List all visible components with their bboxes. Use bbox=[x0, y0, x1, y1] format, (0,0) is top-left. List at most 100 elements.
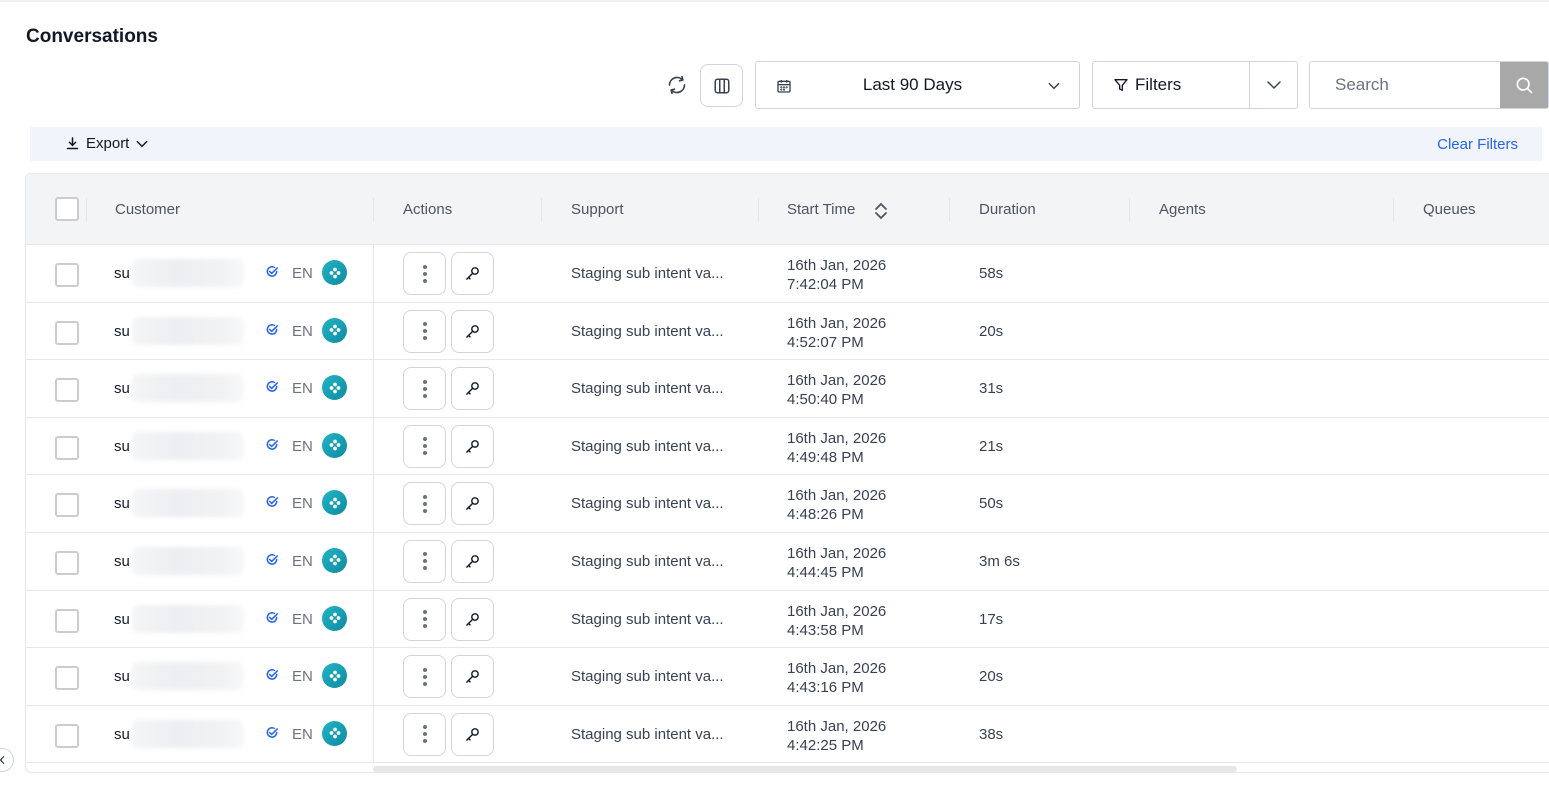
row-checkbox[interactable] bbox=[55, 378, 79, 403]
header-customer[interactable]: Customer bbox=[115, 201, 180, 218]
table-row[interactable]: su EN Staging sub intent va... 16th Jan,… bbox=[26, 245, 1549, 303]
key-action-button[interactable] bbox=[451, 482, 494, 526]
start-date: 16th Jan, 2026 bbox=[787, 372, 887, 390]
refresh-button[interactable] bbox=[662, 71, 692, 99]
table-row[interactable]: su EN Staging sub intent va... 16th Jan,… bbox=[26, 532, 1549, 591]
more-vertical-icon bbox=[422, 437, 427, 456]
redacted-customer-name bbox=[132, 604, 244, 633]
table-header: Customer Actions Support Start Time Dura… bbox=[26, 174, 1549, 245]
channel-bot-icon bbox=[322, 490, 347, 516]
columns-toggle-button[interactable] bbox=[700, 64, 743, 107]
column-divider bbox=[373, 532, 374, 590]
customer-name[interactable]: su bbox=[114, 380, 130, 397]
verified-icon bbox=[266, 726, 279, 738]
filters-dropdown-button[interactable] bbox=[1250, 62, 1297, 108]
more-actions-button[interactable] bbox=[403, 424, 446, 468]
verified-icon bbox=[266, 669, 279, 680]
support-intent: Staging sub intent va... bbox=[571, 265, 724, 282]
more-actions-button[interactable] bbox=[403, 252, 446, 295]
table-row[interactable]: su EN Staging sub intent va... 16th Jan,… bbox=[26, 417, 1549, 476]
customer-name[interactable]: su bbox=[114, 323, 130, 340]
customer-name[interactable]: su bbox=[114, 611, 130, 628]
table-row[interactable]: su EN Staging sub intent va... 16th Jan,… bbox=[26, 648, 1549, 706]
date-range-select[interactable]: Last 90 Days bbox=[755, 61, 1080, 109]
more-vertical-icon bbox=[422, 322, 427, 341]
customer-name[interactable]: su bbox=[114, 668, 130, 685]
sort-icon[interactable] bbox=[874, 202, 888, 220]
customer-name[interactable]: su bbox=[114, 553, 130, 570]
language-code: EN bbox=[292, 552, 313, 570]
table-row[interactable]: su EN Staging sub intent va... 16th Jan,… bbox=[26, 590, 1549, 649]
header-agents[interactable]: Agents bbox=[1159, 201, 1206, 218]
key-action-button[interactable] bbox=[451, 309, 494, 353]
language-code: EN bbox=[292, 610, 313, 628]
row-checkbox[interactable] bbox=[55, 320, 79, 345]
row-checkbox[interactable] bbox=[55, 723, 79, 748]
search-button[interactable] bbox=[1500, 62, 1548, 108]
start-time: 16th Jan, 2026 4:52:07 PM bbox=[787, 314, 886, 352]
start-clock: 4:43:16 PM bbox=[787, 679, 864, 697]
header-divider bbox=[949, 198, 950, 222]
support-intent: Staging sub intent va... bbox=[571, 495, 724, 513]
key-action-button[interactable] bbox=[451, 424, 494, 468]
row-checkbox[interactable] bbox=[55, 666, 79, 691]
header-support[interactable]: Support bbox=[571, 201, 624, 218]
language-code: EN bbox=[292, 265, 313, 282]
row-checkbox[interactable] bbox=[55, 550, 79, 575]
chevron-down-icon bbox=[136, 140, 148, 147]
support-intent: Staging sub intent va... bbox=[571, 725, 724, 743]
start-time: 16th Jan, 2026 4:43:16 PM bbox=[787, 659, 886, 697]
customer-name[interactable]: su bbox=[114, 495, 130, 512]
support-intent: Staging sub intent va... bbox=[571, 437, 724, 455]
language-code: EN bbox=[292, 725, 313, 743]
duration: 31s bbox=[979, 380, 1004, 398]
customer-name[interactable]: su bbox=[114, 438, 130, 455]
select-all-checkbox[interactable] bbox=[55, 197, 79, 221]
language-code: EN bbox=[292, 322, 313, 340]
key-action-button[interactable] bbox=[451, 367, 494, 411]
header-start-time[interactable]: Start Time bbox=[787, 201, 855, 218]
more-actions-button[interactable] bbox=[403, 597, 446, 641]
search-box bbox=[1309, 61, 1549, 109]
verified-icon bbox=[266, 381, 279, 393]
clear-filters-link[interactable]: Clear Filters bbox=[1437, 136, 1518, 153]
more-actions-button[interactable] bbox=[403, 712, 446, 756]
key-action-button[interactable] bbox=[451, 655, 494, 699]
sidebar-collapse-button[interactable] bbox=[0, 748, 14, 772]
row-checkbox[interactable] bbox=[55, 263, 79, 287]
more-actions-button[interactable] bbox=[403, 539, 446, 583]
row-checkbox[interactable] bbox=[55, 608, 79, 633]
more-actions-button[interactable] bbox=[403, 309, 446, 353]
row-checkbox[interactable] bbox=[55, 435, 79, 460]
header-queues[interactable]: Queues bbox=[1423, 201, 1476, 218]
row-checkbox[interactable] bbox=[55, 493, 79, 518]
header-duration[interactable]: Duration bbox=[979, 201, 1036, 218]
more-actions-button[interactable] bbox=[403, 482, 446, 526]
horizontal-scrollbar[interactable] bbox=[373, 766, 1237, 772]
search-input[interactable] bbox=[1310, 62, 1502, 108]
duration: 38s bbox=[979, 725, 1004, 743]
export-button[interactable]: Export bbox=[65, 135, 149, 152]
more-vertical-icon bbox=[422, 725, 427, 744]
table-row[interactable]: su EN Staging sub intent va... 16th Jan,… bbox=[26, 302, 1549, 361]
start-time: 16th Jan, 2026 4:44:45 PM bbox=[787, 544, 886, 582]
customer-name[interactable]: su bbox=[114, 265, 130, 282]
key-icon bbox=[466, 670, 479, 684]
start-time: 16th Jan, 2026 4:49:48 PM bbox=[787, 429, 886, 467]
key-action-button[interactable] bbox=[451, 539, 494, 583]
language-code: EN bbox=[292, 668, 313, 686]
table-row[interactable]: su EN Staging sub intent va... 16th Jan,… bbox=[26, 705, 1549, 764]
customer-name[interactable]: su bbox=[114, 726, 130, 743]
date-range-value: Last 90 Days bbox=[862, 75, 963, 94]
more-actions-button[interactable] bbox=[403, 655, 446, 699]
filters-button[interactable]: Filters bbox=[1093, 62, 1251, 108]
key-action-button[interactable] bbox=[451, 712, 494, 756]
key-action-button[interactable] bbox=[451, 597, 494, 641]
table-row[interactable]: su EN Staging sub intent va... 16th Jan,… bbox=[26, 475, 1549, 533]
more-actions-button[interactable] bbox=[403, 367, 446, 411]
language-code: EN bbox=[292, 495, 313, 513]
key-action-button[interactable] bbox=[451, 252, 494, 295]
column-divider bbox=[373, 302, 374, 360]
table-row[interactable]: su EN Staging sub intent va... 16th Jan,… bbox=[26, 360, 1549, 418]
chevron-down-icon bbox=[1048, 82, 1060, 90]
